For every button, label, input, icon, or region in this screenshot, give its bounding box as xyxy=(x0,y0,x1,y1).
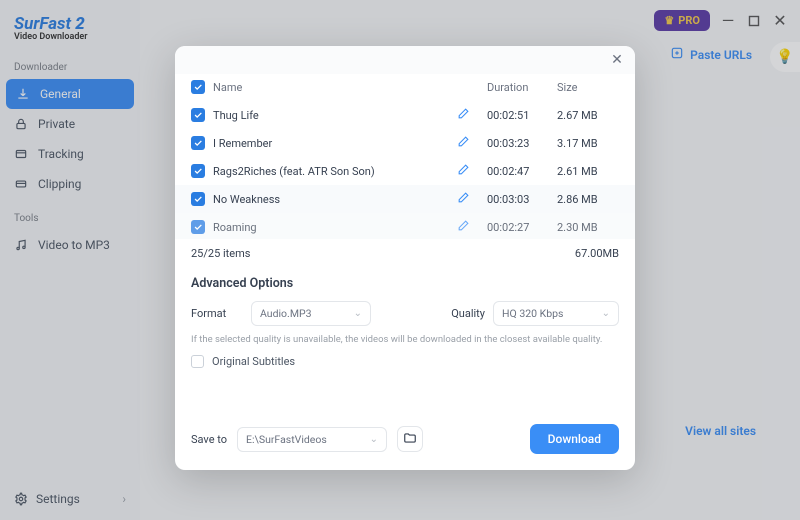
table-row[interactable]: Roaming 00:02:27 2.30 MB xyxy=(175,213,635,239)
row-checkbox[interactable] xyxy=(191,164,205,178)
table-header: Name Duration Size xyxy=(175,74,635,101)
row-checkbox[interactable] xyxy=(191,220,205,234)
edit-icon[interactable] xyxy=(457,163,470,176)
download-modal: ✕ Name Duration Size Thug Life 00:02:51 … xyxy=(175,46,635,470)
row-checkbox[interactable] xyxy=(191,136,205,150)
table-row[interactable]: Thug Life 00:02:51 2.67 MB xyxy=(175,101,635,129)
row-checkbox[interactable] xyxy=(191,108,205,122)
browse-folder-button[interactable] xyxy=(397,426,423,452)
list-summary: 25/25 items 67.00MB xyxy=(175,239,635,270)
column-name: Name xyxy=(213,81,457,94)
select-all-checkbox[interactable] xyxy=(191,80,205,94)
advanced-options: Advanced Options Format Audio.MP3 ⌄ Qual… xyxy=(175,270,635,376)
total-size: 67.00MB xyxy=(575,247,619,260)
modal-header: ✕ xyxy=(175,46,635,74)
column-duration: Duration xyxy=(487,81,557,94)
subtitles-checkbox[interactable] xyxy=(191,355,204,368)
column-size: Size xyxy=(557,81,619,94)
format-select[interactable]: Audio.MP3 ⌄ xyxy=(251,301,371,326)
close-icon[interactable]: ✕ xyxy=(607,50,627,70)
edit-icon[interactable] xyxy=(457,191,470,204)
original-subtitles-option[interactable]: Original Subtitles xyxy=(191,355,619,368)
edit-icon[interactable] xyxy=(457,219,470,232)
edit-icon[interactable] xyxy=(457,107,470,120)
chevron-down-icon: ⌄ xyxy=(370,434,378,445)
chevron-down-icon: ⌄ xyxy=(602,308,610,319)
download-button[interactable]: Download xyxy=(530,424,619,454)
quality-note: If the selected quality is unavailable, … xyxy=(191,334,619,345)
folder-icon xyxy=(403,430,417,449)
quality-label: Quality xyxy=(451,307,485,320)
item-count: 25/25 items xyxy=(191,247,250,260)
table-row[interactable]: Rags2Riches (feat. ATR Son Son) 00:02:47… xyxy=(175,157,635,185)
save-path-select[interactable]: E:\SurFastVideos ⌄ xyxy=(237,427,387,452)
save-row: Save to E:\SurFastVideos ⌄ Download xyxy=(175,412,635,470)
quality-select[interactable]: HQ 320 Kbps ⌄ xyxy=(493,301,619,326)
save-to-label: Save to xyxy=(191,433,227,446)
edit-icon[interactable] xyxy=(457,135,470,148)
format-label: Format xyxy=(191,307,243,320)
table-row[interactable]: No Weakness 00:03:03 2.86 MB xyxy=(175,185,635,213)
table-row[interactable]: I Remember 00:03:23 3.17 MB xyxy=(175,129,635,157)
advanced-title: Advanced Options xyxy=(191,276,619,291)
chevron-down-icon: ⌄ xyxy=(354,308,362,319)
track-list: Thug Life 00:02:51 2.67 MB I Remember 00… xyxy=(175,101,635,239)
row-checkbox[interactable] xyxy=(191,192,205,206)
